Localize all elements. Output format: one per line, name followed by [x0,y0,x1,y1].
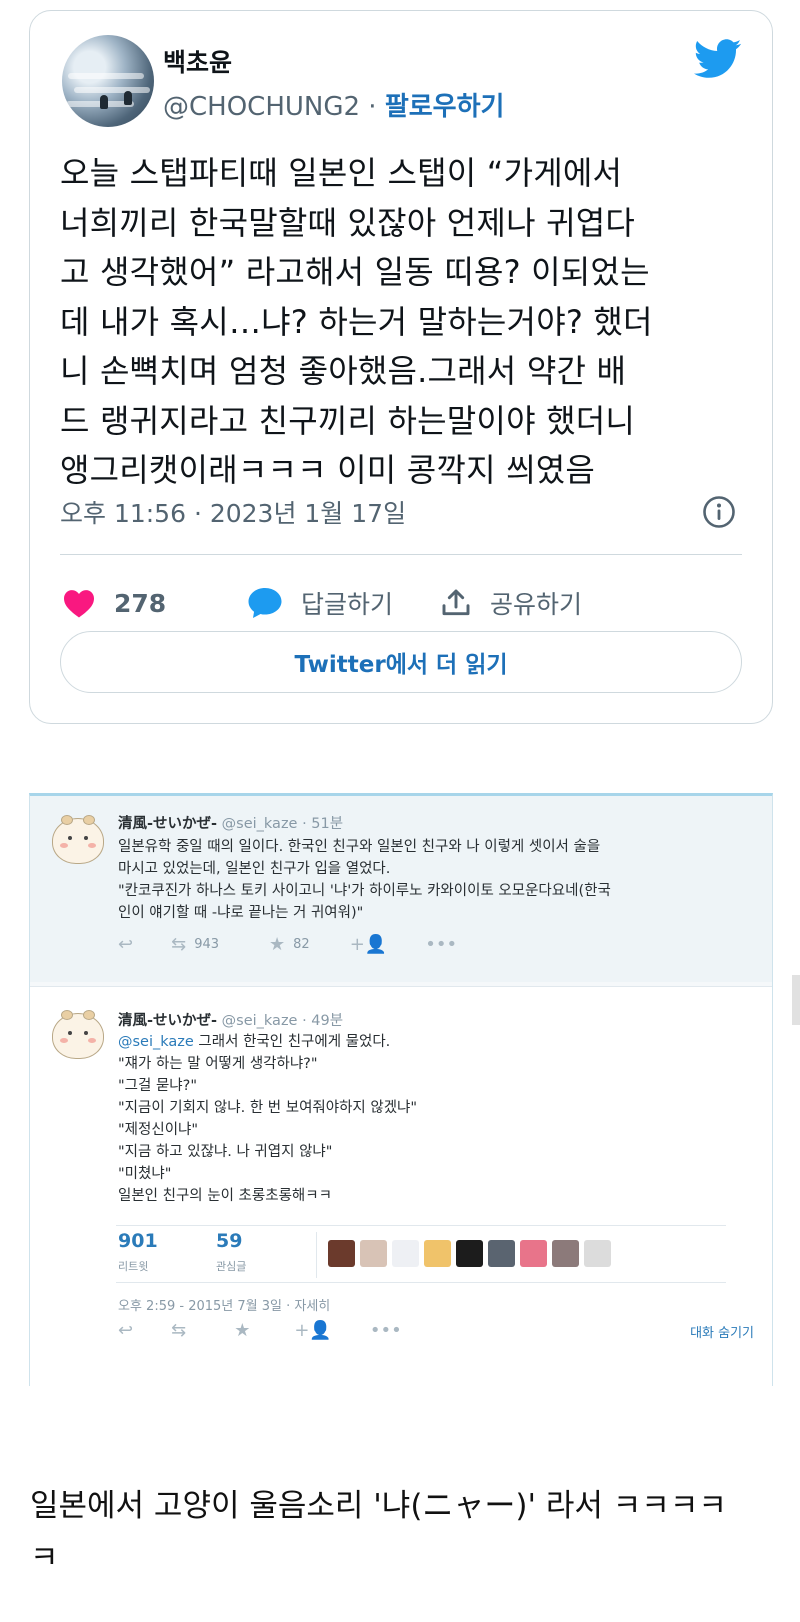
like-button[interactable]: 278 [62,583,166,623]
twitter-bird-icon[interactable] [694,39,742,79]
old-tweet-author-name[interactable]: 清風-せいかぜ- [118,816,217,832]
tweet-text-line: 데 내가 혹시…냐? 하는거 말하는거야? 했더 [60,302,653,341]
old-tweet-handle[interactable]: @sei_kaze [222,816,298,832]
old-tweet-text-fragment: 그래서 한국인 친구에게 물었다. [193,1034,391,1050]
retweet-stat-count[interactable]: 901 [118,1230,158,1252]
author-handle[interactable]: @CHOCHUNG2 [163,92,360,122]
favoriter-avatar[interactable] [488,1240,515,1267]
tweet-text-line: 드 랭귀지라고 친구끼리 하는말이야 했더니 [60,401,636,440]
old-tweet-2: 清風-せいかぜ- @sei_kaze · 49분 @sei_kaze 그래서 한… [30,986,772,1386]
favoriter-avatar[interactable] [392,1240,419,1267]
share-button[interactable]: 공유하기 [440,583,582,623]
favoriter-avatar[interactable] [456,1240,483,1267]
reply-arrow-icon[interactable]: ↩ [118,934,133,955]
retweet-stat-label: 리트윗 [118,1260,149,1273]
heart-icon [64,590,94,618]
follow-user-icon[interactable]: +👤 [294,1320,332,1341]
old-tweet-author-row: 清風-せいかぜ- @sei_kaze · 51분 [118,812,343,833]
author-handle-row: @CHOCHUNG2 · 팔로우하기 [163,86,504,123]
tweet-stats-bar: 901 리트윗 59 관심글 [116,1225,726,1283]
follow-button[interactable]: 팔로우하기 [385,92,505,122]
favoriter-avatar[interactable] [328,1240,355,1267]
hamster-avatar[interactable] [52,1010,104,1059]
reply-arrow-icon[interactable]: ↩ [118,1320,133,1341]
old-tweet-text: 일본유학 중일 때의 일이다. 한국인 친구와 일본인 친구와 나 이렇게 셋이… [118,836,611,924]
favorite-count: 82 [293,937,310,952]
more-dots-icon[interactable]: ••• [370,1320,402,1341]
tweet-timestamp[interactable]: 오후 11:56 · 2023년 1월 17일 [60,494,406,530]
tweet-text-line: 고 생각했어” 라고해서 일동 띠용? 이되었는 [60,253,650,291]
tweet-text-line: 오늘 스탭파티때 일본인 스탭이 “가게에서 [60,154,623,192]
old-tweet-time[interactable]: · 51분 [302,816,343,832]
old-tweet-actions: ↩ ⇆ 943 ★ 82 +👤 ••• [118,934,465,955]
divider [60,554,742,555]
caption-line: 일본에서 고양이 울음소리 '냐(ニャー)' 라서 ㅋㅋㅋㅋ [30,1488,727,1524]
old-tweet-handle[interactable]: @sei_kaze [222,1013,298,1029]
old-tweet-date[interactable]: 오후 2:59 - 2015년 7월 3일 · 자세히 [118,1295,330,1314]
old-tweet-text-line: 마시고 있었는데, 일본인 친구가 입을 열었다. [118,861,391,877]
favoriter-avatars [328,1240,611,1267]
old-tweet-text: @sei_kaze 그래서 한국인 친구에게 물었다. "쟤가 하는 말 어떻게… [118,1031,417,1207]
star-icon[interactable]: ★ [234,1320,250,1341]
share-label: 공유하기 [490,590,583,619]
read-more-on-twitter-button[interactable]: Twitter에서 더 읽기 [60,631,742,693]
old-tweet-text-line: 인이 얘기할 때 -냐로 끝나는 거 귀여워)" [118,905,364,921]
author-avatar[interactable] [62,35,154,127]
old-tweet-text-line: "지금이 기회지 않냐. 한 번 보여줘야하지 않겠냐" [118,1100,418,1116]
follow-user-icon[interactable]: +👤 [350,934,388,955]
retweet-icon[interactable]: ⇆ [171,1320,186,1341]
tweet-text-line: 너희끼리 한국말할때 있잖아 언제나 귀엽다 [60,203,636,242]
old-tweet-text-line: "미쳤냐" [118,1166,172,1182]
old-tweet-author-row: 清風-せいかぜ- @sei_kaze · 49분 [118,1009,343,1030]
reply-label: 답글하기 [301,590,394,619]
old-tweet-author-name[interactable]: 清風-せいかぜ- [118,1013,217,1029]
hide-conversation-link[interactable]: 대화 숨기기 [690,1322,754,1341]
favoriter-avatar[interactable] [584,1240,611,1267]
old-tweet-text-line: "그걸 묻냐?" [118,1078,198,1094]
share-upload-icon [442,589,470,616]
favoriter-avatar[interactable] [360,1240,387,1267]
old-tweet-text-line: "제정신이냐" [118,1122,199,1138]
divider [316,1232,317,1278]
old-tweet-1: 清風-せいかぜ- @sei_kaze · 51분 일본유학 중일 때의 일이다.… [30,796,772,982]
info-icon[interactable] [702,495,736,529]
old-tweet-text-line: 일본유학 중일 때의 일이다. 한국인 친구와 일본인 친구와 나 이렇게 셋이… [118,839,601,855]
fav-stat-label: 관심글 [216,1260,247,1273]
caption-line: ㅋ [30,1540,59,1576]
tweet-actions: 278 답글하기 공유하기 [62,583,742,623]
retweet-icon[interactable]: ⇆ [171,934,186,955]
mention-link[interactable]: @sei_kaze [118,1034,194,1050]
old-tweet-text-line: 일본인 친구의 눈이 초롱초롱해ㅋㅋ [118,1188,332,1204]
old-tweet-text-line: "칸코쿠진가 하나스 토키 사이고니 '냐'가 하이루노 카와이이토 오모운다요… [118,883,611,899]
old-tweet-text-line: "쟤가 하는 말 어떻게 생각하냐?" [118,1056,318,1072]
separator-dot: · [360,92,385,122]
favoriter-avatar[interactable] [520,1240,547,1267]
old-twitter-screenshot: 清風-せいかぜ- @sei_kaze · 51분 일본유학 중일 때의 일이다.… [29,793,773,1386]
reply-bubble-icon [248,588,282,618]
tweet-text-line: 니 손뼉치며 엄청 좋아했음.그래서 약간 배 [60,352,627,390]
scrollbar-edge [792,975,800,1025]
favoriter-avatar[interactable] [424,1240,451,1267]
reply-button[interactable]: 답글하기 [247,583,393,623]
more-dots-icon[interactable]: ••• [425,934,457,955]
tweet-embed-card: 백초윤 @CHOCHUNG2 · 팔로우하기 오늘 스탭파티때 일본인 스탭이 … [29,10,773,724]
old-tweet-actions: ↩ ⇆ ★ +👤 ••• [118,1320,410,1341]
author-name[interactable]: 백초윤 [163,43,232,79]
retweet-count: 943 [194,937,220,952]
tweet-text: 오늘 스탭파티때 일본인 스탭이 “가게에서 너희끼리 한국말할때 있잖아 언제… [60,149,750,496]
like-count: 278 [114,588,167,618]
tweet-text-line: 앵그리캣이래ㅋㅋㅋ 이미 콩깍지 씌였음 [60,451,595,489]
old-tweet-text-line: "지금 하고 있잖냐. 나 귀엽지 않냐" [118,1144,333,1160]
old-tweet-text-line: @sei_kaze 그래서 한국인 친구에게 물었다. [118,1031,417,1053]
post-caption: 일본에서 고양이 울음소리 '냐(ニャー)' 라서 ㅋㅋㅋㅋ ㅋ [30,1480,770,1584]
star-icon[interactable]: ★ [269,934,285,955]
old-tweet-time[interactable]: · 49분 [302,1013,343,1029]
fav-stat-count[interactable]: 59 [216,1230,242,1252]
hamster-avatar[interactable] [52,815,104,864]
favoriter-avatar[interactable] [552,1240,579,1267]
